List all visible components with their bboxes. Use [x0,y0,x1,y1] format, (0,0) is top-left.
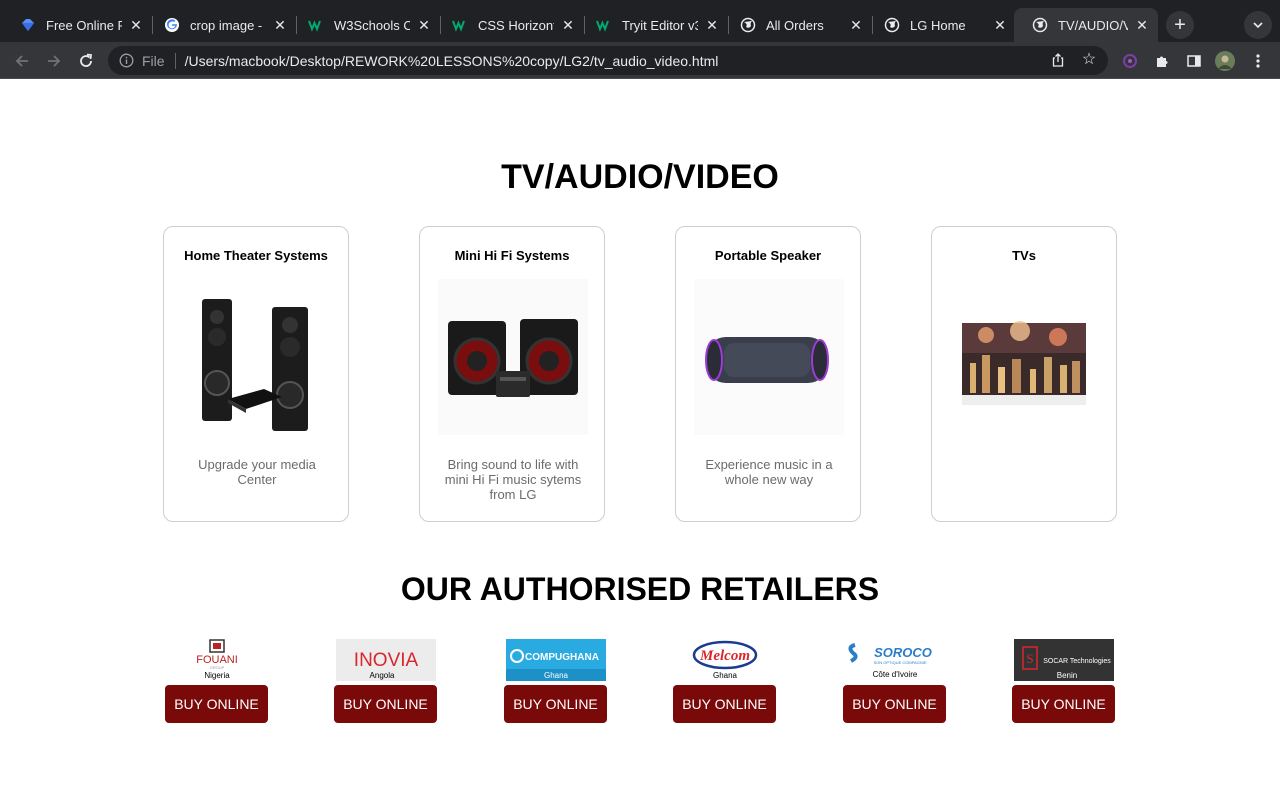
fouani-logo: FOUANI GROUP Nigeria [167,639,267,681]
category-card-tvs[interactable]: TVs [931,226,1117,522]
puzzle-icon[interactable] [1152,51,1172,71]
soroco-logo: SOROCO SON OPTIQUE COMPAGNIE Côte d'Ivoi… [845,639,945,681]
tab-title: CSS Horizonta [478,17,554,33]
buy-online-button[interactable]: BUY ONLINE [334,685,437,723]
tab-w3schools-online[interactable]: W3Schools On ✕ [290,8,440,42]
card-title: Home Theater Systems [184,248,328,263]
arrow-left-icon [15,55,28,67]
close-icon[interactable]: ✕ [992,17,1008,33]
globe-icon [884,17,900,33]
extension-icon[interactable] [1120,51,1140,71]
category-card-portable-speaker[interactable]: Portable Speaker Experience music in a w… [675,226,861,522]
card-title: TVs [1012,248,1036,263]
back-button[interactable] [11,50,33,72]
arrow-right-icon [48,55,61,67]
retailer-country: Nigeria [204,671,230,680]
tab-tryit-editor[interactable]: Tryit Editor v3 ✕ [578,8,728,42]
home-theater-image [182,279,332,435]
tab-free-online-photo[interactable]: Free Online Ph ✕ [2,8,152,42]
tab-crop-image[interactable]: crop image - G ✕ [146,8,296,42]
soroco-logo-sub: SON OPTIQUE COMPAGNIE [873,660,926,665]
close-icon[interactable]: ✕ [128,17,144,33]
svg-text:S: S [1026,651,1033,666]
buy-online-button[interactable]: BUY ONLINE [1012,685,1115,723]
new-tab-button[interactable]: + [1166,11,1194,39]
avatar[interactable] [1215,51,1235,71]
melcom-logo-text: Melcom [699,648,750,664]
diamond-icon [20,17,36,33]
tab-all-orders[interactable]: All Orders ✕ [722,8,872,42]
close-icon[interactable]: ✕ [272,17,288,33]
buy-online-button[interactable]: BUY ONLINE [504,685,607,723]
bookmark-star-icon[interactable]: ☆ [1080,51,1098,69]
forward-button[interactable] [43,50,65,72]
card-description: Experience music in a whole new way [705,457,833,487]
tab-title: W3Schools On [334,17,410,33]
page-title: TV/AUDIO/VIDEO [501,158,779,196]
share-icon[interactable] [1050,52,1066,68]
globe-icon [740,17,756,33]
more-menu-icon[interactable] [1248,51,1268,71]
card-title: Portable Speaker [714,248,822,263]
tab-title: All Orders [766,17,824,33]
address-bar[interactable]: File /Users/macbook/Desktop/REWORK%20LES… [108,46,1108,75]
w3schools-icon [596,17,612,33]
tab-strip: Free Online Ph ✕ crop image - G ✕ W3Scho… [0,0,1280,42]
info-icon[interactable] [118,53,134,69]
tab-tv-audio-video[interactable]: TV/AUDIO/VID ✕ [1014,8,1158,42]
socar-logo: S SOCAR Technologies Benin [1014,639,1114,681]
reload-button[interactable] [75,50,97,72]
buy-online-button[interactable]: BUY ONLINE [165,685,268,723]
category-card-home-theater[interactable]: Home Theater Systems Upgrade your media … [163,226,349,522]
retailers-title: OUR AUTHORISED RETAILERS [400,571,880,607]
compughana-logo: COMPUGHANA Ghana [506,639,606,681]
w3schools-icon [452,17,468,33]
browser-toolbar: File /Users/macbook/Desktop/REWORK%20LES… [0,42,1280,79]
tab-title: Free Online Ph [46,17,122,33]
portable-speaker-image [694,279,844,435]
card-description: Bring sound to life with mini Hi Fi musi… [444,457,582,502]
close-icon[interactable]: ✕ [560,17,576,33]
buy-online-button[interactable]: BUY ONLINE [673,685,776,723]
soroco-logo-text: SOROCO [874,645,932,660]
close-icon[interactable]: ✕ [1134,17,1150,33]
tab-css-horizontal[interactable]: CSS Horizonta ✕ [434,8,584,42]
buy-online-button[interactable]: BUY ONLINE [843,685,946,723]
socar-logo-text: SOCAR Technologies [1043,658,1111,665]
retailer-country: Côte d'Ivoire [873,670,918,679]
retailer-country: Ghana [544,671,569,680]
chevron-down-icon [1253,22,1263,29]
retailer-country: Ghana [713,671,738,680]
category-card-mini-hi-fi[interactable]: Mini Hi Fi Systems Bring sound to life w… [419,226,605,522]
card-description: Upgrade your media Center [198,457,316,487]
tab-search-button[interactable] [1244,11,1272,39]
close-icon[interactable]: ✕ [704,17,720,33]
tab-title: crop image - G [190,17,266,33]
card-title: Mini Hi Fi Systems [454,248,570,263]
tv-image [950,279,1100,435]
mini-hi-fi-image [438,279,588,435]
w3schools-icon [308,17,324,33]
close-icon[interactable]: ✕ [848,17,864,33]
scheme-label: File [142,52,165,69]
url-text[interactable]: /Users/macbook/Desktop/REWORK%20LESSONS%… [185,53,719,69]
globe-icon [1032,17,1048,33]
retailer-country: Benin [1057,671,1077,680]
tab-title: TV/AUDIO/VID [1058,17,1128,33]
compughana-logo-text: COMPUGHANA [525,652,599,663]
google-icon [164,17,180,33]
divider [174,52,176,69]
inovia-logo: INOVIA Angola [336,639,436,681]
fouani-logo-sub: GROUP [210,665,225,670]
close-icon[interactable]: ✕ [416,17,432,33]
tab-title: Tryit Editor v3 [622,17,698,33]
reload-icon [80,53,93,67]
retailer-country: Angola [370,671,395,680]
inovia-logo-text: INOVIA [354,650,419,671]
side-panel-icon[interactable] [1184,51,1204,71]
melcom-logo: Melcom Ghana [675,639,775,681]
tab-lg-home[interactable]: LG Home ✕ [866,8,1016,42]
tab-title: LG Home [910,17,966,33]
